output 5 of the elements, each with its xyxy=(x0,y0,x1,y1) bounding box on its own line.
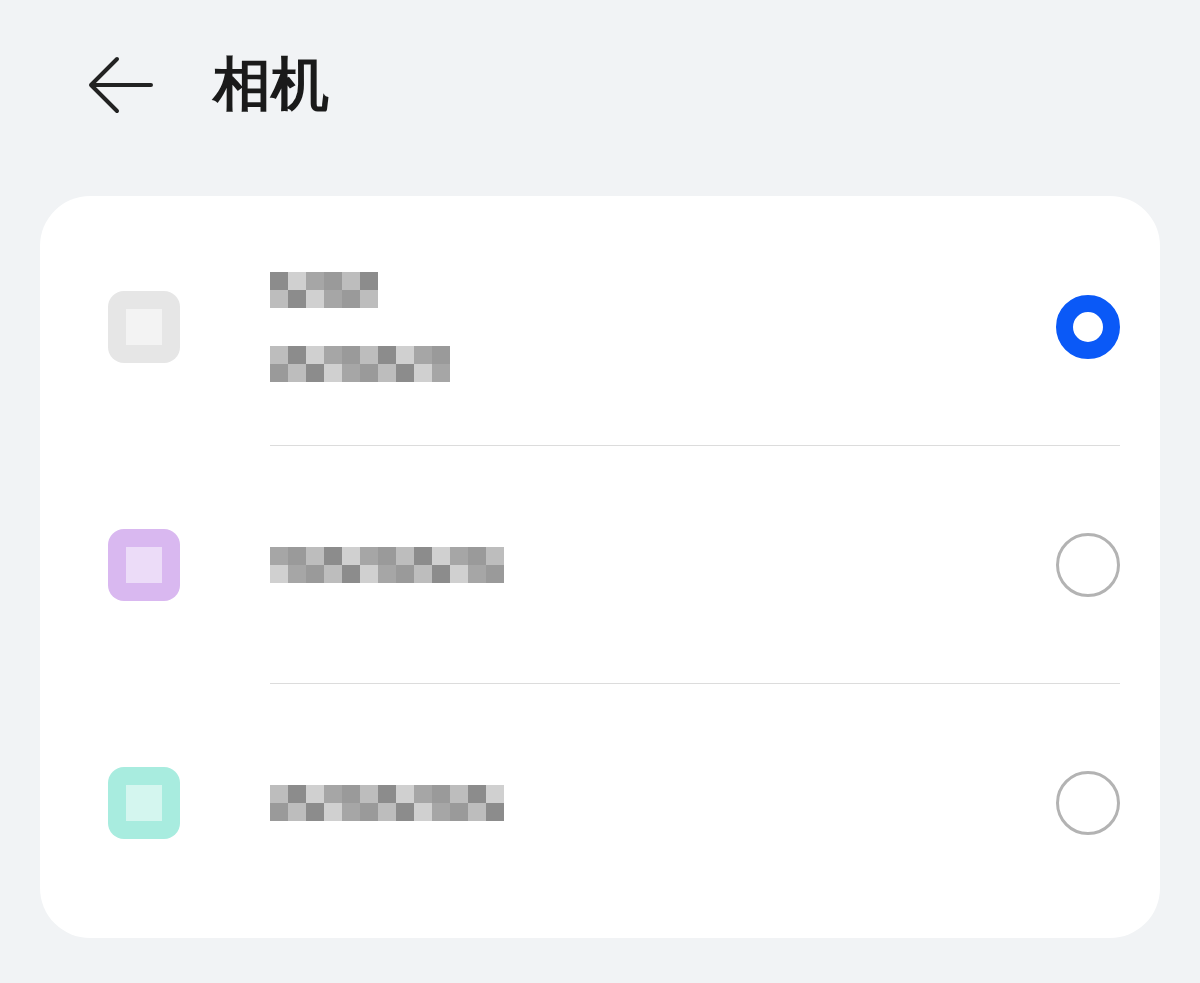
radio-button[interactable] xyxy=(1056,295,1120,359)
radio-button[interactable] xyxy=(1056,771,1120,835)
page-title: 相机 xyxy=(213,49,329,120)
radio-button[interactable] xyxy=(1056,533,1120,597)
back-arrow-icon[interactable] xyxy=(87,55,153,115)
